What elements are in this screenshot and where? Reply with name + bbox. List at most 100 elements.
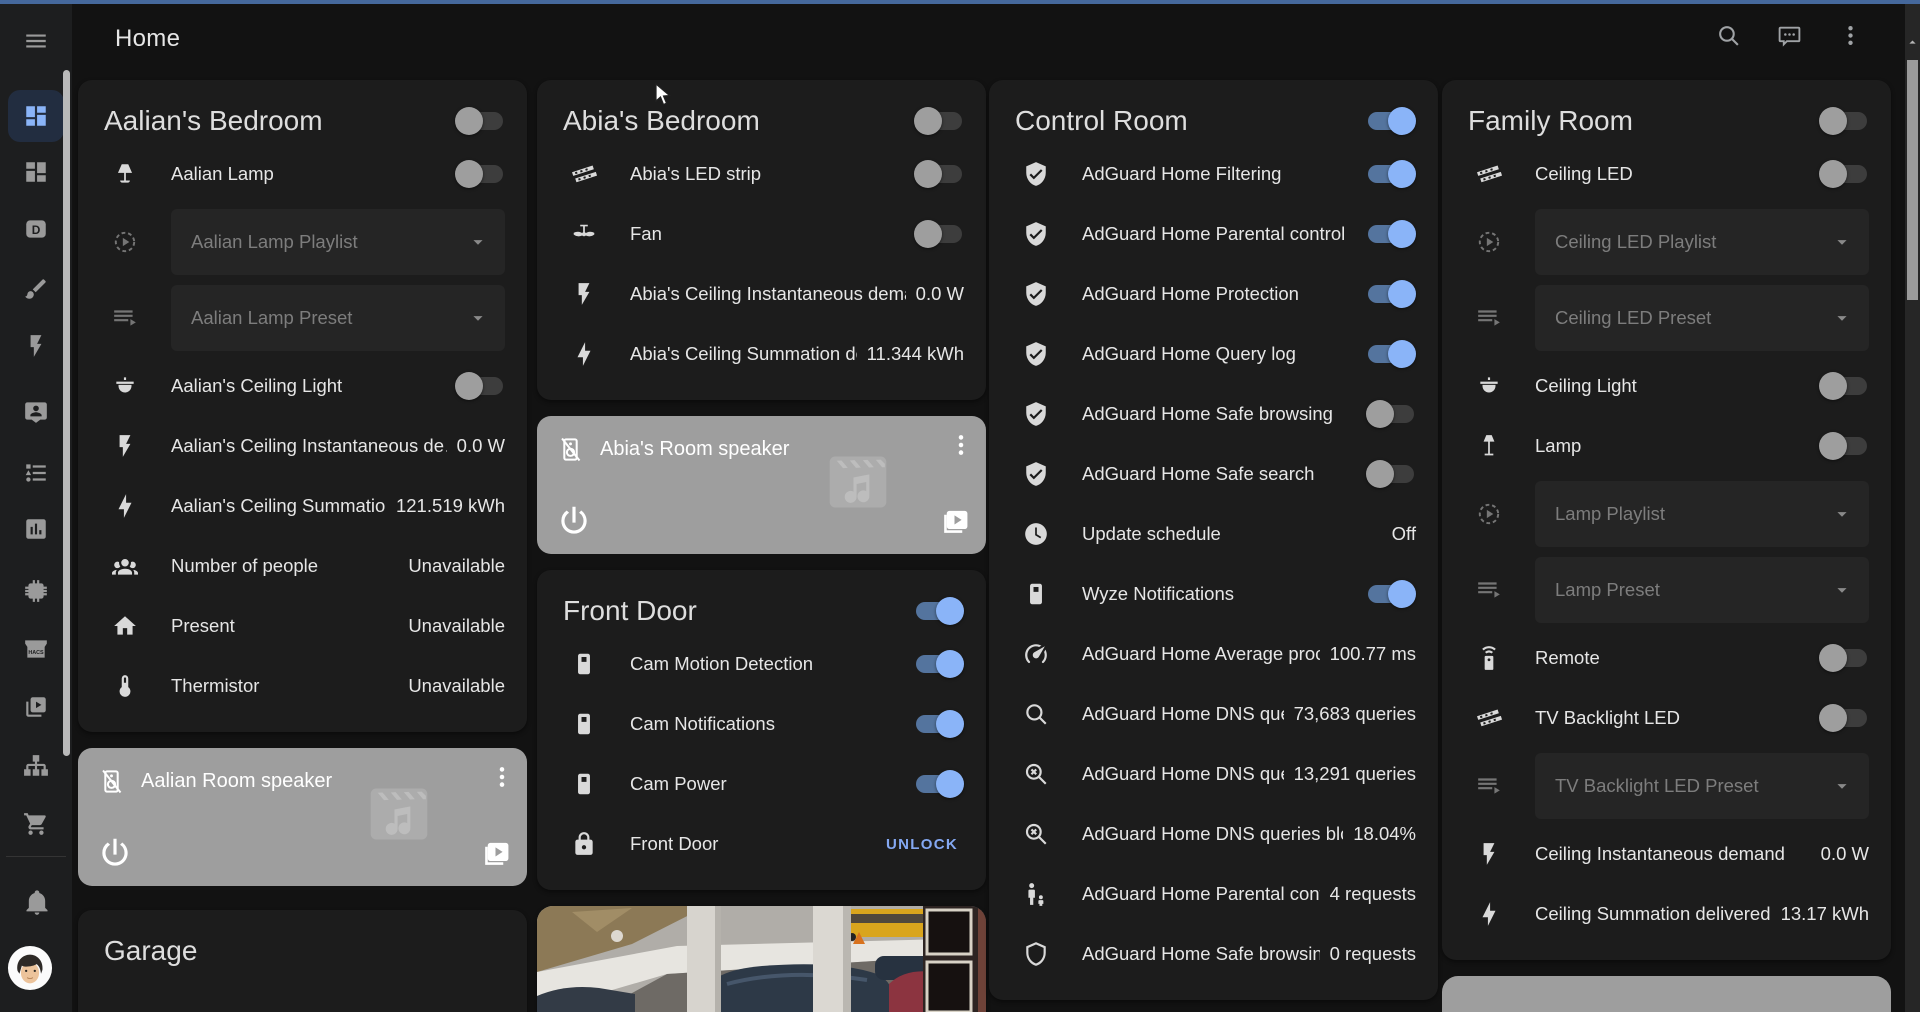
card-abia-room-speaker[interactable]: Abia's Room speaker xyxy=(537,416,986,554)
entity-row[interactable]: AdGuard Home DNS quer… 73,683 queries xyxy=(1015,684,1416,744)
entity-row[interactable]: Wyze Notifications xyxy=(1015,564,1416,624)
entity-row[interactable]: Update schedule Off xyxy=(1015,504,1416,564)
entity-row[interactable]: AdGuard Home Safe browsin… 0 requests xyxy=(1015,924,1416,984)
power-button-icon[interactable] xyxy=(96,834,134,872)
page-scrollbar[interactable] xyxy=(1905,4,1920,1012)
entity-row[interactable]: Ceiling LED xyxy=(1468,144,1869,204)
menu-button[interactable] xyxy=(17,22,55,60)
entity-row[interactable]: Ceiling Summation delivered 13.17 kWh xyxy=(1468,884,1869,944)
preset-select[interactable]: Ceiling LED Preset xyxy=(1535,285,1869,351)
toggle[interactable] xyxy=(1366,460,1414,488)
toggle[interactable] xyxy=(1819,372,1867,400)
entity-row[interactable]: AdGuard Home DNS quer… 13,291 queries xyxy=(1015,744,1416,804)
entity-row[interactable]: Fan xyxy=(563,204,964,264)
entity-row[interactable]: Aalian Lamp xyxy=(104,144,505,204)
card-front-door-camera[interactable] xyxy=(537,906,986,1012)
toggle[interactable] xyxy=(914,160,962,188)
sidebar-item-dashboard-2[interactable] xyxy=(8,146,64,198)
playlist-select[interactable]: Lamp Playlist xyxy=(1535,481,1869,547)
video-playlist-icon[interactable] xyxy=(480,839,511,870)
speaker-menu-icon[interactable] xyxy=(948,432,974,458)
entity-row[interactable]: AdGuard Home Query log xyxy=(1015,324,1416,384)
sidebar-item-history[interactable] xyxy=(8,503,64,555)
assist-button[interactable] xyxy=(1777,23,1802,48)
sidebar-item-brush[interactable] xyxy=(8,263,64,315)
entity-row[interactable]: AdGuard Home Parental cont… 4 requests xyxy=(1015,864,1416,924)
overflow-menu-button[interactable] xyxy=(1838,23,1863,48)
room-toggle[interactable] xyxy=(916,597,964,625)
sidebar-item-dashboard[interactable] xyxy=(8,90,64,142)
entity-row[interactable]: Remote xyxy=(1468,628,1869,688)
toggle[interactable] xyxy=(1819,704,1867,732)
entity-row[interactable]: Lamp xyxy=(1468,416,1869,476)
entity-row[interactable]: Cam Motion Detection xyxy=(563,634,964,694)
room-toggle[interactable] xyxy=(1368,107,1416,135)
sidebar-item-energy[interactable] xyxy=(8,320,64,372)
user-avatar[interactable] xyxy=(7,945,53,991)
toggle[interactable] xyxy=(916,710,964,738)
toggle[interactable] xyxy=(1368,580,1416,608)
notifications-button[interactable] xyxy=(23,888,51,916)
entity-row[interactable]: Abia's Ceiling Instantaneous dema… 0.0 W xyxy=(563,264,964,324)
power-button-icon[interactable] xyxy=(555,502,593,540)
entity-row[interactable]: Aalian's Ceiling Light xyxy=(104,356,505,416)
entity-row[interactable]: Aalian's Ceiling Instantaneous de… 0.0 W xyxy=(104,416,505,476)
toggle[interactable] xyxy=(1368,160,1416,188)
sidebar-item-logbook[interactable] xyxy=(8,447,64,499)
toggle[interactable] xyxy=(916,650,964,678)
entity-row[interactable]: AdGuard Home DNS queries blo… 18.04% xyxy=(1015,804,1416,864)
toggle[interactable] xyxy=(1819,432,1867,460)
toggle[interactable] xyxy=(455,160,503,188)
toggle[interactable] xyxy=(914,220,962,248)
sidebar-item-integrations[interactable] xyxy=(8,740,64,792)
scroll-up-icon[interactable] xyxy=(1905,32,1920,52)
toggle[interactable] xyxy=(1368,280,1416,308)
toggle[interactable] xyxy=(1368,220,1416,248)
card-aalian-room-speaker[interactable]: Aalian Room speaker xyxy=(78,748,527,886)
entity-row[interactable]: TV Backlight LED xyxy=(1468,688,1869,748)
room-toggle[interactable] xyxy=(455,107,503,135)
toggle[interactable] xyxy=(916,770,964,798)
room-toggle[interactable] xyxy=(914,107,962,135)
toggle[interactable] xyxy=(1368,340,1416,368)
toggle[interactable] xyxy=(455,372,503,400)
entity-row[interactable]: Ceiling Light xyxy=(1468,356,1869,416)
speaker-menu-icon[interactable] xyxy=(489,764,515,790)
room-toggle[interactable] xyxy=(1819,107,1867,135)
video-playlist-icon[interactable] xyxy=(939,507,970,538)
entity-row[interactable]: AdGuard Home Average proc… 100.77 ms xyxy=(1015,624,1416,684)
playlist-select[interactable]: Ceiling LED Playlist xyxy=(1535,209,1869,275)
toggle[interactable] xyxy=(1819,160,1867,188)
playlist-select[interactable]: Aalian Lamp Playlist xyxy=(171,209,505,275)
entity-row[interactable]: Front Door UNLOCK xyxy=(563,814,964,874)
preset-select[interactable]: Lamp Preset xyxy=(1535,557,1869,623)
unlock-button[interactable]: UNLOCK xyxy=(886,836,958,853)
entity-row[interactable]: Abia's LED strip xyxy=(563,144,964,204)
entity-row[interactable]: Cam Power xyxy=(563,754,964,814)
toggle[interactable] xyxy=(1366,400,1414,428)
entity-row[interactable]: Cam Notifications xyxy=(563,694,964,754)
sidebar-item-d-badge[interactable] xyxy=(8,203,64,255)
entity-row[interactable]: Abia's Ceiling Summation de… 11.344 kWh xyxy=(563,324,964,384)
entity-row[interactable]: AdGuard Home Safe search xyxy=(1015,444,1416,504)
sidebar-item-shopping[interactable] xyxy=(8,798,64,850)
entity-row[interactable]: AdGuard Home Parental control xyxy=(1015,204,1416,264)
sidebar-item-esphome[interactable] xyxy=(8,565,64,617)
search-button[interactable] xyxy=(1716,23,1741,48)
page-scrollbar-thumb[interactable] xyxy=(1907,60,1918,300)
entity-row[interactable]: Aalian's Ceiling Summation… 121.519 kWh xyxy=(104,476,505,536)
entity-row[interactable]: Thermistor Unavailable xyxy=(104,656,505,716)
entity-row[interactable]: AdGuard Home Filtering xyxy=(1015,144,1416,204)
sidebar-scrollbar-thumb[interactable] xyxy=(63,70,70,756)
entity-row[interactable]: Number of people Unavailable xyxy=(104,536,505,596)
entity-row[interactable]: Ceiling Instantaneous demand 0.0 W xyxy=(1468,824,1869,884)
preset-select[interactable]: TV Backlight LED Preset xyxy=(1535,753,1869,819)
preset-select[interactable]: Aalian Lamp Preset xyxy=(171,285,505,351)
toggle[interactable] xyxy=(1819,644,1867,672)
sidebar-item-people[interactable] xyxy=(8,385,64,437)
sidebar-item-media[interactable] xyxy=(8,681,64,733)
entity-row[interactable]: Present Unavailable xyxy=(104,596,505,656)
card-family-room-speaker-partial[interactable] xyxy=(1442,976,1891,1012)
entity-row[interactable]: AdGuard Home Safe browsing xyxy=(1015,384,1416,444)
entity-row[interactable]: AdGuard Home Protection xyxy=(1015,264,1416,324)
